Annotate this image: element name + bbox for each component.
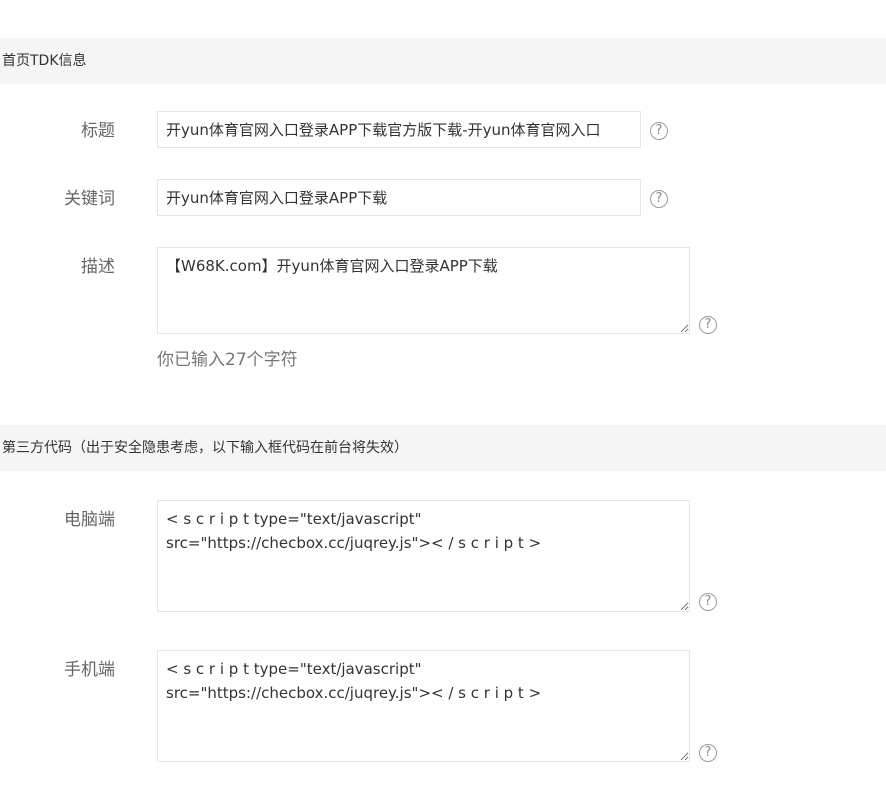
- mobile-code-help-icon[interactable]: ?: [699, 744, 717, 762]
- desktop-code-textarea[interactable]: < s c r i p t type="text/javascript" src…: [157, 500, 690, 612]
- title-input[interactable]: [157, 111, 641, 148]
- desktop-code-help-icon[interactable]: ?: [699, 593, 717, 611]
- keywords-help-icon[interactable]: ?: [650, 190, 668, 208]
- description-char-count: 你已输入27个字符: [157, 350, 298, 370]
- section-header-tdk: 首页TDK信息: [0, 38, 886, 84]
- keywords-label: 关键词: [64, 189, 115, 209]
- mobile-code-textarea[interactable]: < s c r i p t type="text/javascript" src…: [157, 650, 690, 762]
- title-help-icon[interactable]: ?: [650, 122, 668, 140]
- section-header-third-party: 第三方代码（出于安全隐患考虑，以下输入框代码在前台将失效）: [0, 425, 886, 471]
- description-textarea[interactable]: 【W68K.com】开yun体育官网入口登录APP下载: [157, 247, 690, 334]
- title-label: 标题: [81, 121, 115, 141]
- mobile-code-label: 手机端: [64, 660, 115, 680]
- keywords-input[interactable]: [157, 179, 641, 216]
- description-label: 描述: [81, 257, 115, 277]
- desktop-code-label: 电脑端: [64, 510, 115, 530]
- description-help-icon[interactable]: ?: [699, 316, 717, 334]
